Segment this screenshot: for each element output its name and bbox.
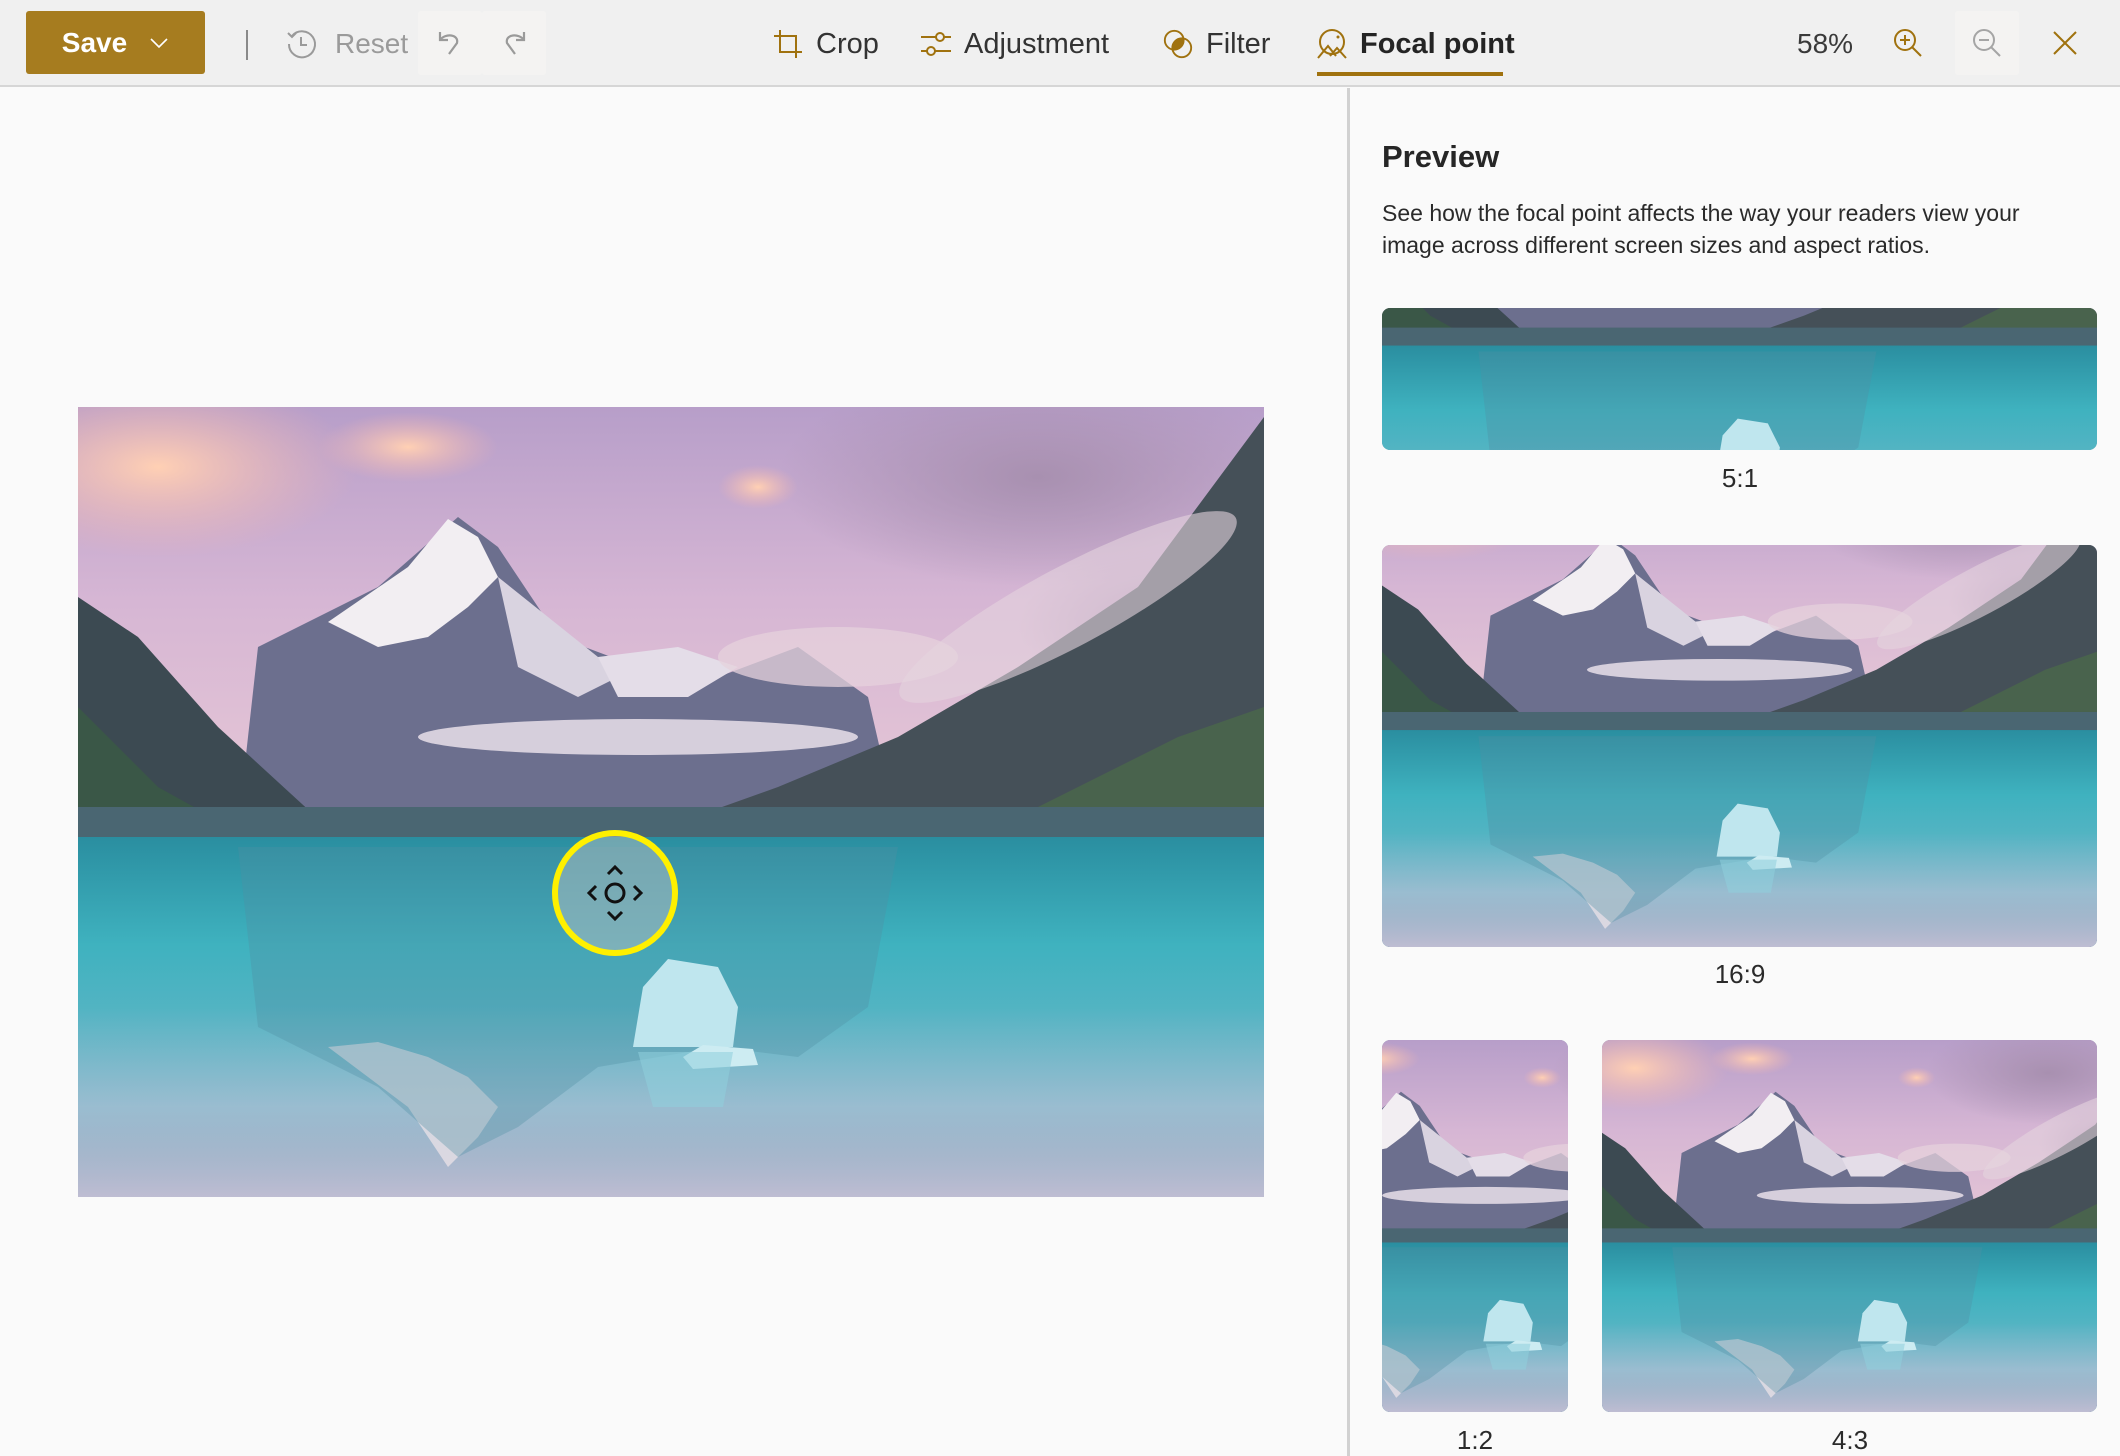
focal-point-icon bbox=[1317, 29, 1347, 59]
crop-icon bbox=[774, 30, 802, 58]
zoom-in-button[interactable] bbox=[1876, 11, 1940, 75]
redo-button[interactable] bbox=[482, 11, 546, 75]
preview-thumbnail-4-3 bbox=[1602, 1040, 2097, 1412]
tab-filter[interactable]: Filter bbox=[1162, 22, 1270, 66]
preview-image bbox=[1602, 1040, 2097, 1412]
filter-icon bbox=[1163, 29, 1193, 59]
focal-point-handle[interactable] bbox=[552, 829, 679, 956]
preview-label-4-3: 4:3 bbox=[1831, 1425, 1869, 1455]
preview-panel: Preview See how the focal point affects … bbox=[1350, 89, 2120, 1456]
tab-adjustment[interactable]: Adjustment bbox=[920, 22, 1109, 66]
move-icon bbox=[587, 864, 644, 921]
toolbar: Save Reset Crop Adjustment Filter Focal … bbox=[0, 0, 2120, 87]
tab-filter-label: Filter bbox=[1206, 27, 1271, 60]
active-tab-indicator bbox=[1317, 72, 1503, 76]
tab-crop[interactable]: Crop bbox=[772, 22, 879, 66]
edited-image[interactable] bbox=[78, 407, 1264, 1197]
toolbar-divider bbox=[246, 30, 248, 60]
preview-label-1-2: 1:2 bbox=[1456, 1425, 1494, 1455]
preview-image bbox=[1382, 1040, 1568, 1412]
undo-button[interactable] bbox=[418, 11, 482, 75]
preview-label-5-1: 5:1 bbox=[1721, 463, 1759, 493]
preview-thumbnail-16-9 bbox=[1382, 545, 2097, 947]
reset-button[interactable]: Reset bbox=[285, 22, 408, 66]
tab-crop-label: Crop bbox=[816, 27, 879, 60]
preview-label-16-9: 16:9 bbox=[1714, 959, 1766, 989]
chevron-down-icon bbox=[150, 37, 168, 48]
undo-icon bbox=[438, 32, 459, 55]
landscape-image bbox=[78, 407, 1264, 1197]
redo-icon bbox=[505, 32, 526, 55]
reset-label: Reset bbox=[335, 28, 409, 59]
close-icon bbox=[2053, 31, 2077, 55]
history-icon bbox=[287, 30, 316, 59]
zoom-in-icon bbox=[1894, 29, 1922, 57]
tab-focal-point[interactable]: Focal point bbox=[1316, 22, 1515, 66]
sliders-icon bbox=[921, 32, 951, 56]
close-button[interactable] bbox=[2033, 11, 2097, 75]
preview-thumbnail-1-2 bbox=[1382, 1040, 1568, 1412]
tab-adjustment-label: Adjustment bbox=[964, 27, 1110, 60]
save-button[interactable]: Save bbox=[26, 11, 205, 74]
preview-title: Preview bbox=[1382, 139, 1500, 174]
save-label: Save bbox=[61, 26, 128, 58]
tab-focal-point-label: Focal point bbox=[1360, 27, 1515, 60]
preview-thumbnail-5-1 bbox=[1382, 308, 2097, 450]
preview-description: See how the focal point affects the way … bbox=[1382, 200, 2020, 258]
zoom-out-icon bbox=[1973, 29, 2001, 57]
zoom-out-button[interactable] bbox=[1955, 11, 2019, 75]
preview-image bbox=[1382, 308, 2097, 450]
preview-image bbox=[1382, 545, 2097, 947]
zoom-level: 58% bbox=[1797, 28, 1854, 59]
